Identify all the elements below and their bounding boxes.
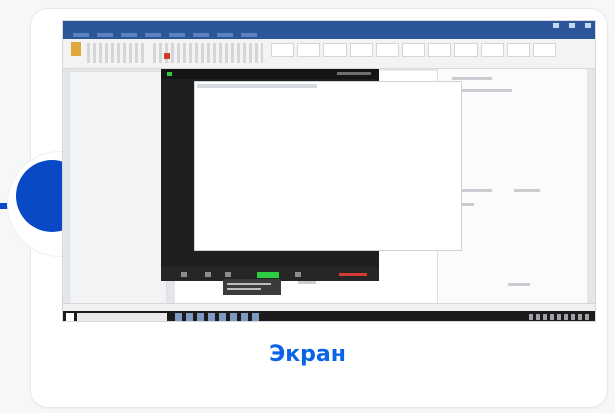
zoom-topbar <box>161 69 379 79</box>
share-screen-icon <box>257 272 279 278</box>
stage: Экран <box>0 0 615 413</box>
ribbon <box>63 39 595 69</box>
close-icon <box>585 23 591 28</box>
chat-icon <box>295 272 301 277</box>
participants-icon <box>225 272 231 277</box>
mute-icon <box>181 272 187 277</box>
window-controls <box>553 23 591 28</box>
paste-icon <box>71 42 81 56</box>
zoom-view-options <box>337 72 371 75</box>
screen-screenshot <box>62 20 596 322</box>
shared-screen-header <box>197 84 317 88</box>
ribbon-group <box>87 43 147 63</box>
zoom-tooltip <box>223 279 281 295</box>
word-titlebar <box>63 21 595 31</box>
word-statusbar <box>63 303 595 311</box>
system-tray <box>529 314 589 320</box>
font-color-icon <box>164 53 170 59</box>
windows-start-icon <box>66 313 74 321</box>
taskbar-apps <box>175 313 259 321</box>
zoom-window <box>161 69 462 281</box>
navigation-pane <box>69 71 167 307</box>
maximize-icon <box>569 23 575 28</box>
video-icon <box>205 272 211 277</box>
minimize-icon <box>553 23 559 28</box>
ribbon-tabs <box>63 31 595 39</box>
styles-gallery <box>271 43 557 57</box>
taskbar-search <box>77 313 167 321</box>
leave-button <box>339 273 367 276</box>
card-caption: Экран <box>269 342 346 367</box>
shared-screen <box>194 81 462 251</box>
windows-taskbar <box>63 311 595 321</box>
zoom-security-icon <box>167 72 172 76</box>
